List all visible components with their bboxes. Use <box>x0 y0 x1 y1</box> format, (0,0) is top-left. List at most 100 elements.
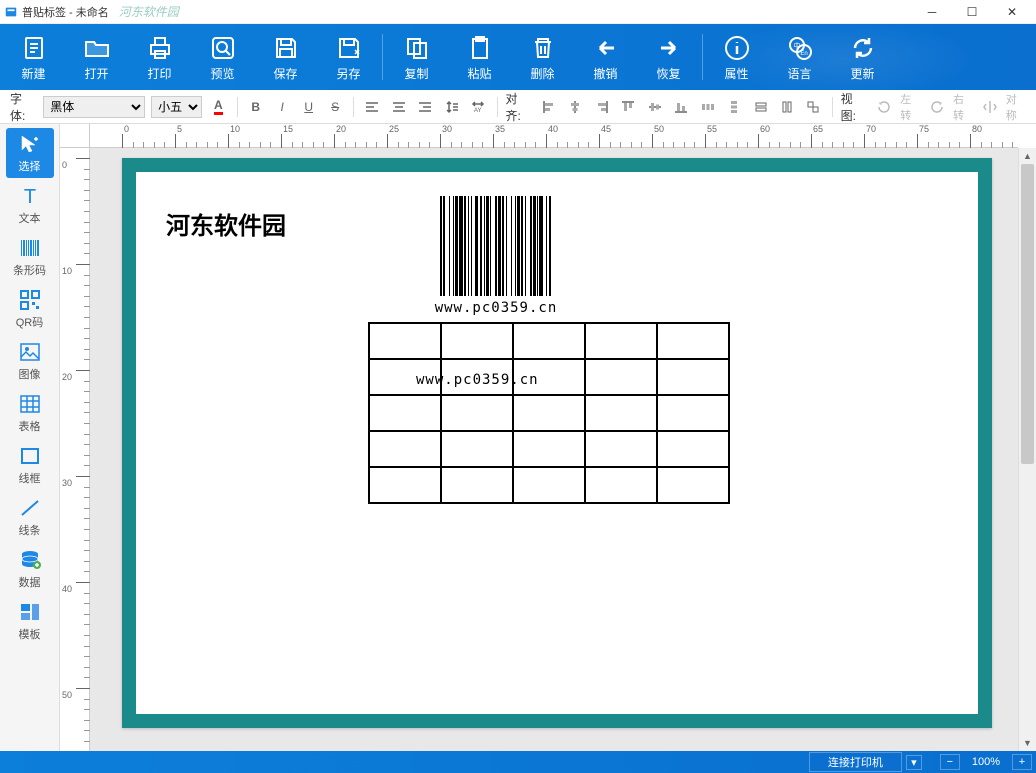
align-left-button[interactable] <box>362 96 382 118</box>
undo-button[interactable]: 撤销 <box>574 24 637 90</box>
obj-align-vcenter-button[interactable] <box>644 96 664 118</box>
paste-button[interactable]: 粘贴 <box>448 24 511 90</box>
vertical-ruler: 0102030405060 <box>60 148 90 751</box>
table-tool[interactable]: 表格 <box>6 388 54 438</box>
scroll-down-icon[interactable]: ▼ <box>1019 735 1036 751</box>
barcode-object[interactable]: www.pc0359.cn <box>411 196 581 316</box>
distribute-v-button[interactable] <box>724 96 744 118</box>
new-button[interactable]: 新建 <box>2 24 65 90</box>
work-area: 选择 T 文本 条形码 QR码 图像 表格 线框 线条 <box>0 124 1036 751</box>
template-tool[interactable]: 模板 <box>6 596 54 646</box>
maximize-button[interactable]: ☐ <box>952 0 992 24</box>
paste-icon <box>465 33 495 63</box>
font-label: 字体: <box>10 90 35 124</box>
trash-icon <box>528 33 558 63</box>
align-label: 对齐: <box>505 90 530 124</box>
line-icon <box>17 496 43 520</box>
text-object[interactable]: 河东软件园 <box>166 206 286 241</box>
vertical-scrollbar[interactable]: ▲ ▼ <box>1018 148 1036 751</box>
scroll-up-icon[interactable]: ▲ <box>1019 148 1036 164</box>
save-button[interactable]: 保存 <box>254 24 317 90</box>
font-name-select[interactable]: 黑体 <box>43 96 145 118</box>
font-size-select[interactable]: 小五 <box>151 96 202 118</box>
saveas-icon <box>334 33 364 63</box>
align-center-button[interactable] <box>389 96 409 118</box>
strikethrough-button[interactable]: S <box>325 96 345 118</box>
zoom-in-button[interactable]: + <box>1012 754 1032 770</box>
font-color-button[interactable]: A <box>208 96 228 118</box>
table-object[interactable] <box>368 322 730 504</box>
same-height-button[interactable] <box>777 96 797 118</box>
obj-align-left-button[interactable] <box>539 96 559 118</box>
saveas-button[interactable]: 另存 <box>317 24 380 90</box>
letter-spacing-button[interactable]: AY <box>468 96 488 118</box>
redo-icon <box>654 33 684 63</box>
update-button[interactable]: 更新 <box>831 24 894 90</box>
info-icon <box>722 33 752 63</box>
pointer-icon <box>17 132 43 156</box>
window-title: 普贴标签 - 未命名 <box>22 4 109 20</box>
frame-tool[interactable]: 线框 <box>6 440 54 490</box>
ruler-corner <box>60 124 90 148</box>
qrcode-icon <box>17 288 43 312</box>
same-width-button[interactable] <box>750 96 770 118</box>
canvas-watermark: www.pc0359.cn <box>416 372 539 388</box>
qrcode-tool[interactable]: QR码 <box>6 284 54 334</box>
delete-button[interactable]: 删除 <box>511 24 574 90</box>
table-icon <box>17 392 43 416</box>
text-icon: T <box>17 184 43 208</box>
line-tool[interactable]: 线条 <box>6 492 54 542</box>
obj-align-hcenter-button[interactable] <box>565 96 585 118</box>
barcode-tool[interactable]: 条形码 <box>6 232 54 282</box>
tool-sidebar: 选择 T 文本 条形码 QR码 图像 表格 线框 线条 <box>0 124 60 751</box>
refresh-icon <box>848 33 878 63</box>
data-tool[interactable]: 数据 <box>6 544 54 594</box>
status-bar: 连接打印机 ▾ − 100% + <box>0 751 1036 773</box>
preview-button[interactable]: 预览 <box>191 24 254 90</box>
printer-icon <box>145 33 175 63</box>
symmetry-button[interactable] <box>979 96 999 118</box>
rotate-left-button[interactable] <box>874 96 894 118</box>
minimize-button[interactable]: ─ <box>912 0 952 24</box>
undo-icon <box>591 33 621 63</box>
align-right-button[interactable] <box>415 96 435 118</box>
italic-button[interactable]: I <box>272 96 292 118</box>
scrollbar-thumb[interactable] <box>1021 164 1034 464</box>
canvas-area: 05101520253035404550556065707580 0102030… <box>60 124 1036 751</box>
obj-align-top-button[interactable] <box>618 96 638 118</box>
image-tool[interactable]: 图像 <box>6 336 54 386</box>
copy-button[interactable]: 复制 <box>385 24 448 90</box>
obj-align-right-button[interactable] <box>592 96 612 118</box>
printer-dropdown-button[interactable]: ▾ <box>906 755 922 770</box>
close-button[interactable]: ✕ <box>992 0 1032 24</box>
zoom-out-button[interactable]: − <box>940 754 960 770</box>
rotate-right-button[interactable] <box>927 96 947 118</box>
label-page[interactable]: 河东软件园 www.pc0359.cn www.pc0359.cn <box>122 158 992 728</box>
language-button[interactable]: 中En 语言 <box>768 24 831 90</box>
new-file-icon <box>19 33 49 63</box>
image-icon <box>17 340 43 364</box>
select-tool[interactable]: 选择 <box>6 128 54 178</box>
database-icon <box>17 548 43 572</box>
connect-printer-button[interactable]: 连接打印机 <box>809 752 902 772</box>
save-icon <box>271 33 301 63</box>
print-button[interactable]: 打印 <box>128 24 191 90</box>
distribute-h-button[interactable] <box>697 96 717 118</box>
title-bar: 普贴标签 - 未命名 河东软件园 ─ ☐ ✕ <box>0 0 1036 24</box>
redo-button[interactable]: 恢复 <box>637 24 700 90</box>
open-button[interactable]: 打开 <box>65 24 128 90</box>
same-size-button[interactable] <box>803 96 823 118</box>
canvas-viewport[interactable]: 河东软件园 www.pc0359.cn www.pc0359.cn <box>90 148 1018 751</box>
bold-button[interactable]: B <box>246 96 266 118</box>
svg-text:En: En <box>800 51 807 57</box>
text-tool[interactable]: T 文本 <box>6 180 54 230</box>
properties-button[interactable]: 属性 <box>705 24 768 90</box>
barcode-icon <box>17 236 43 260</box>
line-spacing-button[interactable] <box>442 96 462 118</box>
svg-text:中: 中 <box>793 41 800 50</box>
rectangle-icon <box>17 444 43 468</box>
obj-align-bottom-button[interactable] <box>671 96 691 118</box>
underline-button[interactable]: U <box>298 96 318 118</box>
watermark-text: 河东软件园 <box>119 3 179 20</box>
zoom-value: 100% <box>964 756 1008 768</box>
